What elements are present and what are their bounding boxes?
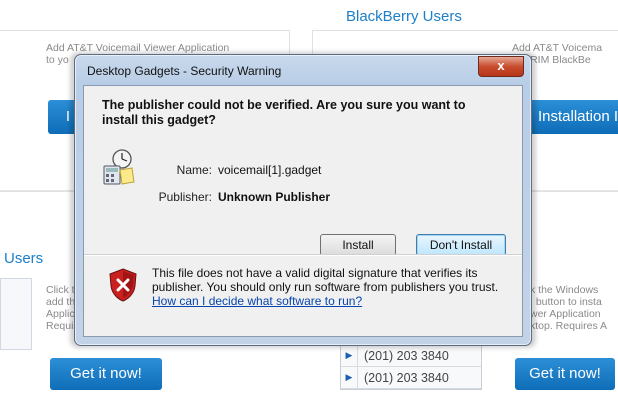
- warning-message: This file does not have a valid digital …: [152, 266, 512, 308]
- right-column-text: k the Windows ! button to insta wer Appl…: [530, 284, 608, 332]
- security-warning-dialog: Desktop Gadgets - Security Warning x The…: [74, 54, 532, 346]
- dialog-heading: The publisher could not be verified. Are…: [102, 98, 466, 127]
- publisher-value: Unknown Publisher: [218, 190, 331, 204]
- help-link[interactable]: How can I decide what software to run?: [152, 294, 362, 308]
- gadget-icon: [103, 149, 135, 185]
- installation-button-right[interactable]: Installation I: [528, 100, 618, 134]
- get-it-now-left-button[interactable]: Get it now!: [50, 358, 162, 390]
- warning-text: This file does not have a valid digital …: [152, 266, 499, 294]
- phone-number: (201) 203 3840: [364, 348, 449, 363]
- shield-warning-icon: [109, 268, 137, 302]
- name-value: voicemail[1].gadget: [218, 163, 322, 177]
- close-icon: x: [497, 58, 505, 73]
- install-button[interactable]: Install: [320, 234, 396, 256]
- get-it-now-right-button[interactable]: Get it now!: [515, 358, 615, 390]
- blackberry-users-heading: BlackBerry Users: [346, 8, 462, 25]
- dialog-body: The publisher could not be verified. Are…: [83, 85, 523, 337]
- name-label: Name:: [176, 163, 212, 177]
- list-item[interactable]: ▶ (201) 203 3840: [341, 367, 481, 389]
- list-item[interactable]: ▶ (201) 203 3840: [341, 345, 481, 367]
- left-preview-frame: [0, 278, 32, 350]
- play-arrow-icon: ▶: [341, 367, 358, 388]
- play-arrow-icon: ▶: [341, 345, 358, 366]
- phone-number: (201) 203 3840: [364, 370, 449, 385]
- dialog-title: Desktop Gadgets - Security Warning: [87, 64, 282, 78]
- users-heading: Users: [4, 250, 44, 267]
- phone-number-list: ▶ (201) 203 3840 ▶ (201) 203 3840: [340, 344, 482, 390]
- close-button[interactable]: x: [478, 56, 524, 77]
- publisher-label: Publisher:: [158, 190, 212, 204]
- dont-install-button[interactable]: Don't Install: [416, 234, 506, 256]
- dialog-separator: [84, 254, 522, 256]
